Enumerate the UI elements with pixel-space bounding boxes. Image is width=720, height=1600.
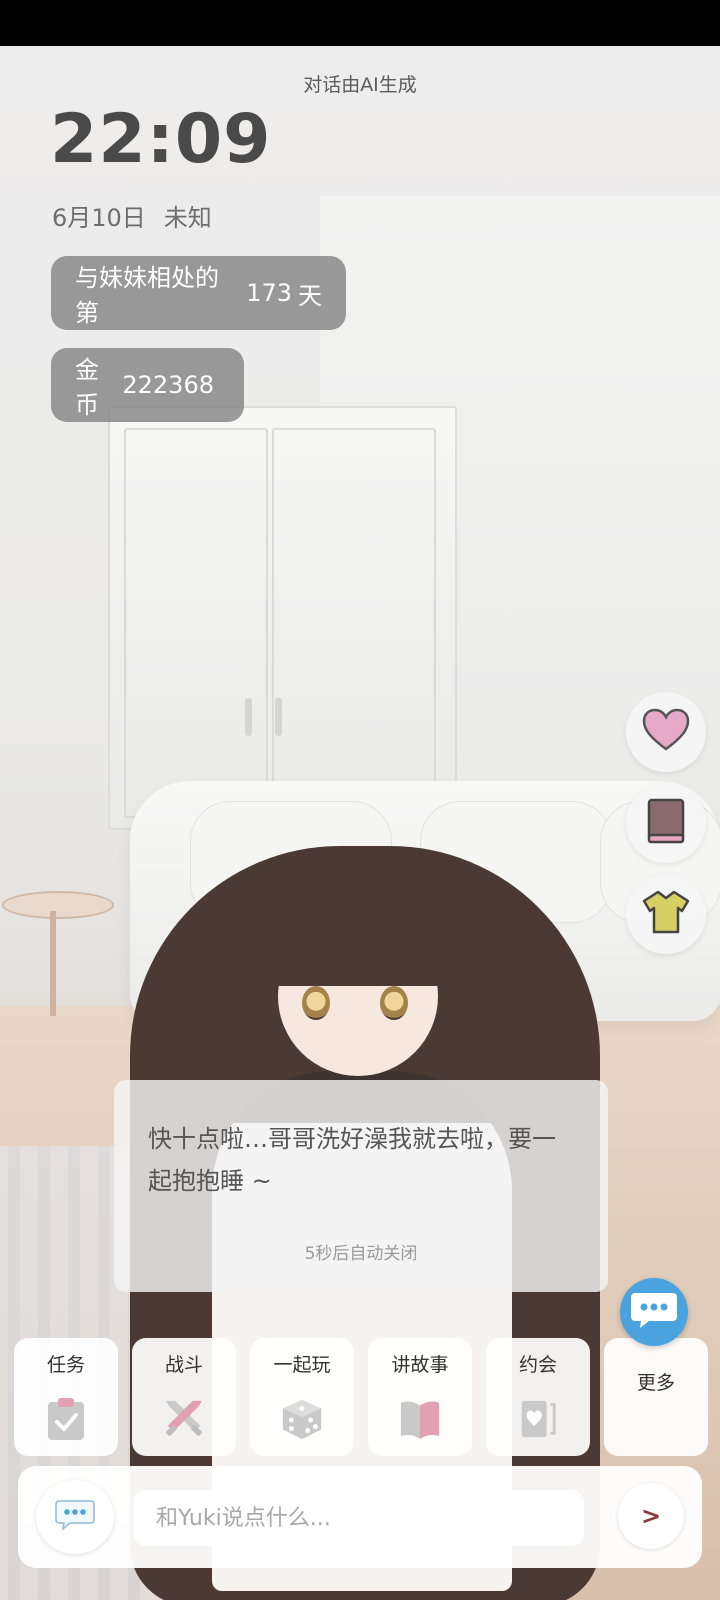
action-label: 约会 [518,1354,557,1376]
action-label: 战斗 [164,1354,203,1376]
action-story-button[interactable]: 讲故事 [368,1338,472,1456]
chat-history-button[interactable] [620,1278,688,1346]
date-text: 6月10日 [52,204,146,232]
action-label: 讲故事 [391,1354,449,1376]
wardrobe-handle [245,698,252,736]
action-row: 任务 战斗 一起玩 讲故事 约会 更多 [14,1338,708,1456]
chat-bubble-icon [55,1499,95,1535]
book-icon [645,797,687,849]
coins-label: 金币 [75,356,99,419]
outfit-button[interactable] [626,874,706,954]
weather-text: 未知 [163,204,212,232]
message-input[interactable] [134,1490,584,1546]
days-suffix: 天 [298,281,322,310]
date-row: 6月10日 未知 [52,198,212,233]
chat-input-bar: > [18,1466,702,1568]
action-label: 更多 [636,1372,675,1394]
dice-icon [280,1396,324,1442]
action-play-together-button[interactable]: 一起玩 [250,1338,354,1456]
coins-badge: 金币 222368 [51,348,244,422]
favorability-button[interactable] [626,692,706,772]
character-bangs [258,886,458,986]
crossed-swords-icon [162,1396,206,1442]
wardrobe-handle [275,698,282,736]
action-more-button[interactable]: 更多 [604,1338,708,1456]
dialog-bubble[interactable]: 快十点啦…哥哥洗好澡我就去啦，要一起抱抱睡 ~ 5秒后自动关闭 [114,1080,608,1292]
action-tasks-button[interactable]: 任务 [14,1338,118,1456]
shirt-icon [642,889,690,939]
action-date-button[interactable]: 约会 [486,1338,590,1456]
action-label: 一起玩 [273,1354,331,1376]
days-together-badge: 与妹妹相处的第 173 天 [51,256,346,330]
background-wardrobe [108,406,457,830]
auto-close-hint: 5秒后自动关闭 [304,1244,418,1264]
character-eye [302,986,330,1020]
background-side-table-leg [50,911,56,1016]
clipboard-check-icon [44,1396,88,1442]
character-eye [380,986,408,1020]
ai-disclaimer: 对话由AI生成 [303,74,417,96]
clock-time: 22:09 [50,100,272,179]
quick-reply-button[interactable] [36,1480,114,1554]
coins-value: 222368 [122,371,214,399]
diary-button[interactable] [626,783,706,863]
background-side-table [2,891,114,919]
heart-card-icon [516,1396,560,1442]
action-battle-button[interactable]: 战斗 [132,1338,236,1456]
action-label: 任务 [46,1354,85,1376]
chat-bubble-icon [629,1290,679,1334]
wardrobe-door [272,428,436,818]
heart-icon [641,708,691,756]
open-book-icon [398,1396,442,1442]
days-count: 173 [246,279,292,307]
days-prefix: 与妹妹相处的第 [75,264,219,327]
send-button[interactable]: > [618,1483,684,1549]
dialog-message: 快十点啦…哥哥洗好澡我就去啦，要一起抱抱睡 ~ [148,1125,556,1195]
wardrobe-door [124,428,268,818]
status-bar [0,0,720,46]
